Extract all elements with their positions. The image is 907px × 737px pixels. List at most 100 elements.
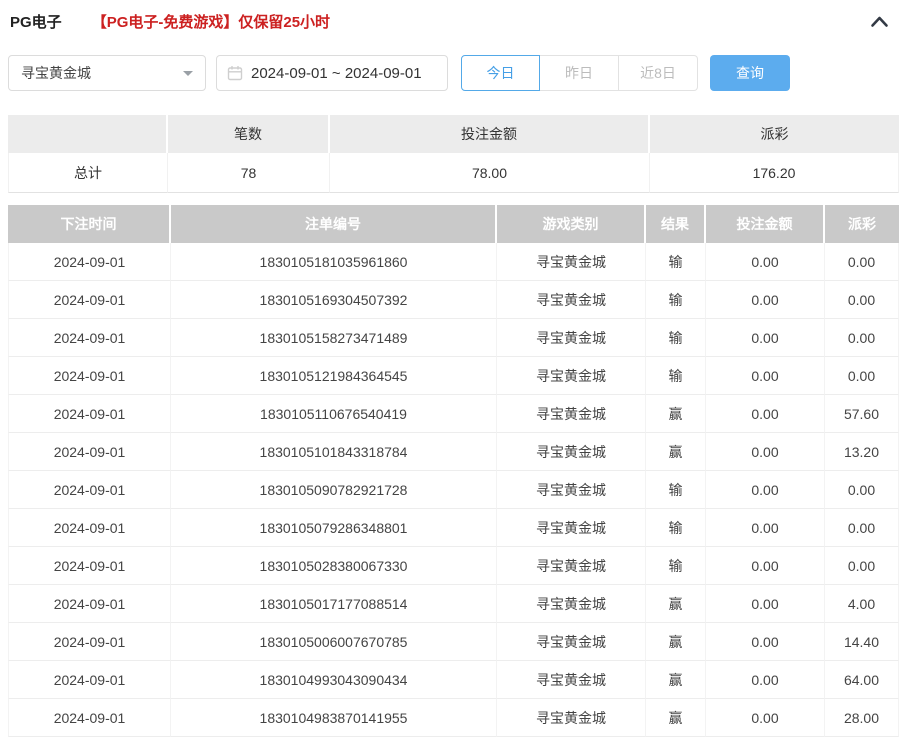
cell-bet-amount: 0.00 — [706, 395, 825, 433]
cell-game-type: 寻宝黄金城 — [497, 699, 646, 737]
cell-result: 赢 — [646, 661, 706, 699]
cell-order-id: 1830105169304507392 — [171, 281, 497, 319]
col-header-bet-time: 下注时间 — [8, 205, 171, 243]
cell-order-id: 1830105079286348801 — [171, 509, 497, 547]
provider-title: PG电子 — [10, 11, 62, 32]
game-select[interactable]: 寻宝黄金城 — [8, 55, 206, 91]
cell-payout: 0.00 — [825, 471, 899, 509]
cell-game-type: 寻宝黄金城 — [497, 319, 646, 357]
calendar-icon — [227, 65, 243, 81]
table-row: 2024-09-011830105158273471489寻宝黄金城输0.000… — [8, 319, 899, 357]
panel-header: PG电子 【PG电子-免费游戏】仅保留25小时 — [8, 0, 899, 32]
cell-order-id: 1830105121984364545 — [171, 357, 497, 395]
cell-result: 赢 — [646, 433, 706, 471]
cell-bet-amount: 0.00 — [706, 281, 825, 319]
cell-bet-time: 2024-09-01 — [8, 281, 171, 319]
table-row: 2024-09-011830105017177088514寻宝黄金城赢0.004… — [8, 585, 899, 623]
cell-bet-time: 2024-09-01 — [8, 319, 171, 357]
cell-payout: 0.00 — [825, 509, 899, 547]
cell-result: 输 — [646, 281, 706, 319]
summary-total-row: 总计 78 78.00 176.20 — [8, 153, 899, 193]
cell-bet-amount: 0.00 — [706, 357, 825, 395]
cell-bet-amount: 0.00 — [706, 547, 825, 585]
table-row: 2024-09-011830104993043090434寻宝黄金城赢0.006… — [8, 661, 899, 699]
cell-bet-time: 2024-09-01 — [8, 585, 171, 623]
cell-bet-time: 2024-09-01 — [8, 395, 171, 433]
cell-bet-amount: 0.00 — [706, 509, 825, 547]
cell-result: 赢 — [646, 585, 706, 623]
cell-bet-time: 2024-09-01 — [8, 471, 171, 509]
cell-game-type: 寻宝黄金城 — [497, 243, 646, 281]
table-row: 2024-09-011830105169304507392寻宝黄金城输0.000… — [8, 281, 899, 319]
cell-bet-amount: 0.00 — [706, 471, 825, 509]
table-row: 2024-09-011830104983870141955寻宝黄金城赢0.002… — [8, 699, 899, 737]
table-row: 2024-09-011830105090782921728寻宝黄金城输0.000… — [8, 471, 899, 509]
summary-header-empty — [8, 115, 168, 153]
table-row: 2024-09-011830105101843318784寻宝黄金城赢0.001… — [8, 433, 899, 471]
cell-order-id: 1830105006007670785 — [171, 623, 497, 661]
table-row: 2024-09-011830105006007670785寻宝黄金城赢0.001… — [8, 623, 899, 661]
cell-payout: 4.00 — [825, 585, 899, 623]
cell-order-id: 1830105090782921728 — [171, 471, 497, 509]
cell-result: 输 — [646, 357, 706, 395]
chevron-up-icon — [870, 15, 889, 28]
cell-order-id: 1830104983870141955 — [171, 699, 497, 737]
cell-result: 赢 — [646, 699, 706, 737]
cell-payout: 28.00 — [825, 699, 899, 737]
cell-order-id: 1830105017177088514 — [171, 585, 497, 623]
col-header-order-id: 注单编号 — [171, 205, 497, 243]
table-row: 2024-09-011830105181035961860寻宝黄金城输0.000… — [8, 243, 899, 281]
cell-order-id: 1830105101843318784 — [171, 433, 497, 471]
quick-range-yesterday[interactable]: 昨日 — [540, 55, 619, 91]
cell-result: 输 — [646, 547, 706, 585]
summary-total-label: 总计 — [8, 153, 168, 193]
cell-game-type: 寻宝黄金城 — [497, 547, 646, 585]
cell-result: 输 — [646, 319, 706, 357]
cell-bet-time: 2024-09-01 — [8, 509, 171, 547]
summary-table: 笔数 投注金额 派彩 总计 78 78.00 176.20 — [8, 115, 899, 193]
cell-game-type: 寻宝黄金城 — [497, 395, 646, 433]
cell-order-id: 1830105110676540419 — [171, 395, 497, 433]
cell-order-id: 1830104993043090434 — [171, 661, 497, 699]
cell-game-type: 寻宝黄金城 — [497, 585, 646, 623]
cell-game-type: 寻宝黄金城 — [497, 433, 646, 471]
cell-bet-amount: 0.00 — [706, 319, 825, 357]
query-button[interactable]: 查询 — [710, 55, 790, 91]
bet-table-header-row: 下注时间 注单编号 游戏类别 结果 投注金额 派彩 — [8, 205, 899, 243]
cell-game-type: 寻宝黄金城 — [497, 661, 646, 699]
cell-game-type: 寻宝黄金城 — [497, 357, 646, 395]
cell-bet-amount: 0.00 — [706, 699, 825, 737]
col-header-payout: 派彩 — [825, 205, 899, 243]
cell-bet-time: 2024-09-01 — [8, 547, 171, 585]
table-row: 2024-09-011830105110676540419寻宝黄金城赢0.005… — [8, 395, 899, 433]
cell-result: 输 — [646, 243, 706, 281]
quick-range-today[interactable]: 今日 — [461, 55, 540, 91]
cell-bet-time: 2024-09-01 — [8, 243, 171, 281]
cell-bet-time: 2024-09-01 — [8, 433, 171, 471]
quick-range-last8days[interactable]: 近8日 — [619, 55, 698, 91]
cell-game-type: 寻宝黄金城 — [497, 623, 646, 661]
cell-game-type: 寻宝黄金城 — [497, 471, 646, 509]
table-row: 2024-09-011830105079286348801寻宝黄金城输0.000… — [8, 509, 899, 547]
date-range-value: 2024-09-01 ~ 2024-09-01 — [251, 65, 422, 82]
date-range-input[interactable]: 2024-09-01 ~ 2024-09-01 — [216, 55, 448, 91]
bet-records-table: 下注时间 注单编号 游戏类别 结果 投注金额 派彩 2024-09-011830… — [8, 205, 899, 737]
collapse-button[interactable] — [868, 13, 891, 30]
cell-bet-time: 2024-09-01 — [8, 661, 171, 699]
cell-payout: 0.00 — [825, 547, 899, 585]
cell-result: 输 — [646, 471, 706, 509]
cell-result: 赢 — [646, 623, 706, 661]
cell-bet-time: 2024-09-01 — [8, 699, 171, 737]
cell-bet-amount: 0.00 — [706, 585, 825, 623]
game-select-value: 寻宝黄金城 — [21, 63, 91, 83]
cell-bet-amount: 0.00 — [706, 623, 825, 661]
col-header-game-type: 游戏类别 — [497, 205, 646, 243]
table-row: 2024-09-011830105121984364545寻宝黄金城输0.000… — [8, 357, 899, 395]
summary-header-row: 笔数 投注金额 派彩 — [8, 115, 899, 153]
summary-header-count: 笔数 — [168, 115, 330, 153]
cell-result: 输 — [646, 509, 706, 547]
cell-bet-amount: 0.00 — [706, 661, 825, 699]
cell-bet-amount: 0.00 — [706, 243, 825, 281]
cell-payout: 57.60 — [825, 395, 899, 433]
summary-total-bet-amount: 78.00 — [330, 153, 650, 193]
